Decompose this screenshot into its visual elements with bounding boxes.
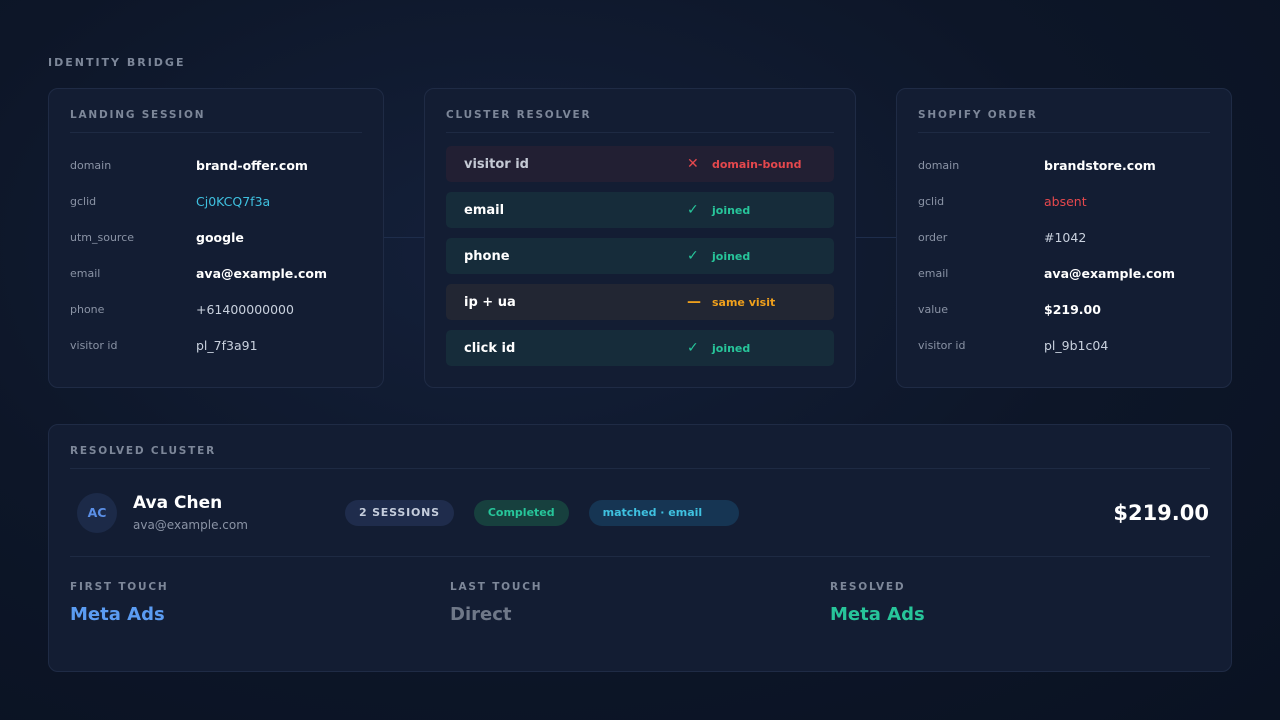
resolver-row-visitor-id: visitor id ✕ domain-bound — [446, 146, 834, 182]
resolver-status: joined — [712, 249, 751, 263]
resolver-status: joined — [712, 203, 751, 217]
field-label: utm_source — [70, 230, 135, 244]
landing-row-visitor-id: visitor id pl_7f3a91 — [70, 327, 362, 363]
resolver-status: joined — [712, 341, 751, 355]
field-label: phone — [70, 302, 105, 316]
resolved-touch: RESOLVED Meta Ads — [830, 581, 1210, 625]
resolver-signal-label: click id — [464, 340, 516, 356]
field-value: pl_7f3a91 — [196, 337, 258, 353]
resolved-cluster-title: RESOLVED CLUSTER — [70, 425, 1210, 469]
field-label: domain — [70, 158, 112, 172]
landing-session-title: LANDING SESSION — [70, 89, 362, 133]
field-value: ava@example.com — [1044, 265, 1175, 281]
shopify-order-panel: SHOPIFY ORDER domain brandstore.com gcli… — [896, 88, 1232, 388]
field-label: gclid — [918, 194, 945, 208]
field-value: pl_9b1c04 — [1044, 337, 1109, 353]
last-touch: LAST TOUCH Direct — [450, 581, 830, 625]
resolver-status: same visit — [712, 295, 776, 309]
field-label: gclid — [70, 194, 97, 208]
customer-email: ava@example.com — [133, 518, 248, 532]
field-value: +61400000000 — [196, 301, 294, 317]
landing-row-email: email ava@example.com — [70, 255, 362, 291]
field-label: email — [70, 266, 101, 280]
resolver-signal-label: ip + ua — [464, 294, 516, 310]
page-title: IDENTITY BRIDGE — [48, 56, 186, 69]
shopify-row-email: email ava@example.com — [918, 255, 1210, 291]
connector-line-left — [384, 237, 424, 238]
match-badge: matched · email — [588, 499, 739, 526]
shopify-row-domain: domain brandstore.com — [918, 147, 1210, 183]
shopify-row-value: value $219.00 — [918, 291, 1210, 327]
x-icon: ✕ — [687, 156, 699, 172]
field-value: ava@example.com — [196, 265, 327, 281]
shopify-row-gclid: gclid absent — [918, 183, 1210, 219]
landing-row-phone: phone +61400000000 — [70, 291, 362, 327]
field-value: $219.00 — [1044, 301, 1101, 317]
check-icon: ✓ — [687, 202, 699, 218]
cluster-resolver-panel: CLUSTER RESOLVER visitor id ✕ domain-bou… — [424, 88, 856, 388]
shopify-order-title: SHOPIFY ORDER — [918, 89, 1210, 133]
check-icon: ✓ — [687, 340, 699, 356]
shopify-row-order: order #1042 — [918, 219, 1210, 255]
resolved-cluster-panel: RESOLVED CLUSTER AC Ava Chen ava@example… — [48, 424, 1232, 672]
first-touch: FIRST TOUCH Meta Ads — [70, 581, 450, 625]
customer-name: Ava Chen — [133, 493, 223, 513]
field-label: visitor id — [70, 338, 118, 352]
landing-row-utm-source: utm_source google — [70, 219, 362, 255]
landing-row-gclid: gclid Cj0KCQ7f3a — [70, 183, 362, 219]
field-label: visitor id — [918, 338, 966, 352]
cluster-resolver-title: CLUSTER RESOLVER — [446, 89, 834, 133]
resolver-row-phone: phone ✓ joined — [446, 238, 834, 274]
resolved-value: Meta Ads — [830, 604, 925, 625]
status-badge: Completed — [473, 499, 569, 526]
resolver-row-ip-ua: ip + ua — same visit — [446, 284, 834, 320]
field-label: value — [918, 302, 949, 316]
gclid-link[interactable]: Cj0KCQ7f3a — [196, 194, 270, 209]
sessions-badge: 2 SESSIONS — [345, 499, 454, 526]
field-value: brandstore.com — [1044, 157, 1156, 173]
dash-icon: — — [687, 294, 701, 310]
field-value: absent — [1044, 193, 1087, 209]
first-touch-value: Meta Ads — [70, 604, 165, 625]
avatar: AC — [77, 492, 117, 533]
field-value: brand-offer.com — [196, 157, 308, 173]
resolver-row-click-id: click id ✓ joined — [446, 330, 834, 366]
last-touch-label: LAST TOUCH — [450, 581, 543, 593]
landing-session-panel: LANDING SESSION domain brand-offer.com g… — [48, 88, 384, 388]
first-touch-label: FIRST TOUCH — [70, 581, 169, 593]
field-label: domain — [918, 158, 960, 172]
last-touch-value: Direct — [450, 604, 512, 625]
check-icon: ✓ — [687, 248, 699, 264]
resolver-signal-label: visitor id — [464, 156, 529, 172]
landing-row-domain: domain brand-offer.com — [70, 147, 362, 183]
resolver-signal-label: phone — [464, 248, 510, 264]
field-value: #1042 — [1044, 229, 1087, 245]
resolver-row-email: email ✓ joined — [446, 192, 834, 228]
resolver-status: domain-bound — [712, 157, 802, 171]
resolver-signal-label: email — [464, 202, 505, 218]
connector-line-right — [856, 237, 896, 238]
field-label: order — [918, 230, 948, 244]
shopify-row-visitor-id: visitor id pl_9b1c04 — [918, 327, 1210, 363]
resolved-label: RESOLVED — [830, 581, 906, 593]
order-total: $219.00 — [1113, 500, 1209, 525]
field-value: google — [196, 229, 244, 245]
field-label: email — [918, 266, 949, 280]
